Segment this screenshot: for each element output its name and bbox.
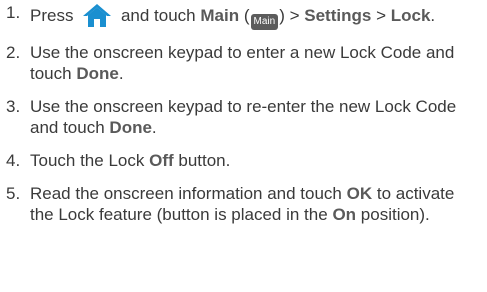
settings-label: Settings (304, 6, 372, 25)
step-number: 4. (6, 151, 21, 170)
home-icon (83, 4, 112, 27)
done-label: Done (76, 64, 119, 83)
period: . (118, 64, 124, 83)
step-text-segment: position). (360, 205, 430, 224)
step-5: 5. Read the onscreen information and tou… (0, 183, 487, 225)
step-number: 5. (6, 184, 21, 203)
step-4: 4. Touch the Lock Off button. (0, 150, 487, 171)
paren-close: ) (279, 6, 285, 25)
off-label: Off (149, 151, 174, 170)
step-number: 1. (6, 3, 21, 22)
step-number: 3. (6, 97, 21, 116)
step-text-segment: Touch the Lock (30, 151, 145, 170)
step-text: Read the onscreen information and touch … (30, 183, 487, 225)
main-label: Main (200, 6, 240, 25)
step-text: Touch the Lock Off button. (30, 150, 487, 171)
period: . (430, 6, 436, 25)
path-separator: > (289, 6, 300, 25)
step-text: Use the onscreen keypad to re-enter the … (30, 96, 487, 138)
on-label: On (332, 205, 357, 224)
step-text-segment: and touch (120, 6, 196, 25)
step-text: Use the onscreen keypad to enter a new L… (30, 42, 487, 84)
step-text-segment: Press (30, 6, 74, 25)
instruction-list: 1. Press and touch Main (Main) > Setting… (0, 2, 487, 225)
lock-label: Lock (390, 6, 431, 25)
step-text-segment: Use the onscreen keypad to re-enter the … (30, 97, 457, 137)
step-2: 2. Use the onscreen keypad to enter a ne… (0, 42, 487, 84)
paren-open: ( (243, 6, 250, 25)
step-1: 1. Press and touch Main (Main) > Setting… (0, 2, 487, 30)
ok-label: OK (346, 184, 373, 203)
step-3: 3. Use the onscreen keypad to re-enter t… (0, 96, 487, 138)
path-separator: > (376, 6, 386, 25)
main-key-icon: Main (250, 14, 279, 30)
step-text-segment: button. (178, 151, 231, 170)
step-text-segment: Read the onscreen information and touch (30, 184, 342, 203)
done-label: Done (109, 118, 152, 137)
step-text: Press and touch Main (Main) > Settings >… (30, 2, 487, 30)
step-number: 2. (6, 43, 21, 62)
period: . (151, 118, 157, 137)
